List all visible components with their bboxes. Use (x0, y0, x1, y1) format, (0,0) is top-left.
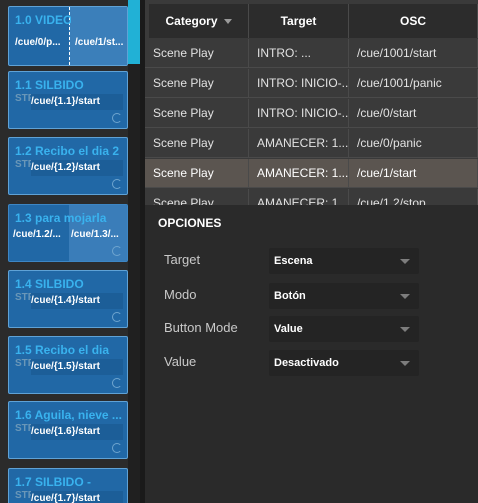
osc-table: Category Target OSC Scene Play INTRO: ..… (145, 0, 478, 205)
cue-title: 1.1 SILBIDO (15, 78, 84, 92)
cue-osc-path: /cue/{1.5}/start (31, 359, 123, 375)
modo-select-value: Botón (274, 290, 306, 302)
table-row[interactable]: Scene Play INTRO: ... /cue/1001/start (145, 39, 478, 68)
column-header-target[interactable]: Target (249, 4, 349, 38)
cell-osc: /cue/1001/panic (349, 69, 478, 98)
sync-icon (112, 443, 122, 453)
sync-icon (112, 179, 122, 189)
cell-osc: /cue/1/start (349, 159, 478, 188)
cue-osc-path: /cue/{1.7}/start (31, 491, 123, 503)
sync-icon (112, 246, 122, 256)
table-row[interactable]: Scene Play INTRO: INICIO-... /cue/1001/p… (145, 69, 478, 98)
cue-title: 1.0 VIDEO (15, 13, 71, 27)
cue-title: 1.5 Recibo el dia (15, 343, 110, 357)
value-label: Value (164, 354, 197, 369)
column-header-category[interactable]: Category (149, 4, 249, 38)
chevron-down-icon (400, 294, 410, 299)
cue-card[interactable]: 1.4 SILBIDO STP /cue/{1.4}/start (8, 270, 128, 328)
value-select[interactable]: Desactivado (269, 350, 419, 376)
cue-title: 1.6 Aguila, nieve ... (15, 408, 122, 422)
cue-title: 1.4 SILBIDO (15, 277, 84, 291)
cell-category: Scene Play (145, 39, 249, 68)
table-row-selected[interactable]: Scene Play AMANECER: 1.... /cue/1/start (145, 159, 478, 188)
table-row[interactable]: Scene Play INTRO: INICIO-... /cue/0/star… (145, 99, 478, 128)
column-header-label: OSC (399, 14, 426, 28)
button-mode-select-value: Value (274, 323, 303, 335)
options-title: OPCIONES (158, 216, 222, 230)
button-mode-label: Button Mode (164, 320, 238, 335)
column-header-osc[interactable]: OSC (349, 4, 478, 38)
cell-target: AMANECER: 1.... (249, 159, 349, 188)
cue-osc-path: /cue/1/st... (75, 37, 124, 48)
cue-list: 1.0 VIDEO /cue/0/p... /cue/1/st... 1.1 S… (0, 0, 140, 503)
target-select-value: Escena (274, 255, 313, 267)
column-header-label: Category (165, 14, 218, 28)
options-panel: OPCIONES Target Escena Modo Botón Button… (145, 205, 478, 503)
cell-target: AMANECER: 1.... (249, 129, 349, 158)
modo-select[interactable]: Botón (269, 283, 419, 309)
target-select[interactable]: Escena (269, 248, 419, 274)
cue-card[interactable]: 1.0 VIDEO /cue/0/p... /cue/1/st... (8, 6, 128, 66)
chevron-down-icon (400, 361, 410, 366)
value-select-value: Desactivado (274, 357, 339, 369)
target-label: Target (164, 252, 201, 267)
cue-card[interactable]: 1.1 SILBIDO STP /cue/{1.1}/start (8, 71, 128, 129)
cell-category: Scene Play (145, 189, 249, 205)
cue-osc-path: /cue/1.3/... (71, 229, 119, 240)
cue-card[interactable]: 1.6 Aguila, nieve ... STP /cue/{1.6}/sta… (8, 401, 128, 459)
cue-card[interactable]: 1.7 SILBIDO - STP /cue/{1.7}/start (8, 468, 128, 503)
cell-osc: /cue/1.2/stop (349, 189, 478, 205)
cue-osc-path: /cue/0/p... (15, 37, 61, 48)
sync-icon (112, 113, 122, 123)
cell-category: Scene Play (145, 99, 249, 128)
cue-title: 1.7 SILBIDO - (15, 475, 92, 489)
cue-osc-path: /cue/{1.1}/start (31, 94, 123, 110)
chevron-down-icon (400, 259, 410, 264)
cue-column-gutter (128, 0, 140, 503)
cell-target: INTRO: INICIO-... (249, 69, 349, 98)
chevron-down-icon (400, 327, 410, 332)
cell-category: Scene Play (145, 159, 249, 188)
cell-category: Scene Play (145, 129, 249, 158)
cell-osc: /cue/0/start (349, 99, 478, 128)
button-mode-select[interactable]: Value (269, 316, 419, 342)
cell-osc: /cue/1001/start (349, 39, 478, 68)
table-row[interactable]: Scene Play AMANECER: 1.... /cue/1.2/stop (145, 189, 478, 205)
cell-target: AMANECER: 1.... (249, 189, 349, 205)
cell-category: Scene Play (145, 69, 249, 98)
cue-title: 1.3 para mojarla (15, 211, 107, 225)
cell-osc: /cue/0/panic (349, 129, 478, 158)
cell-target: INTRO: INICIO-... (249, 99, 349, 128)
cue-osc-path: /cue/{1.4}/start (31, 293, 123, 309)
cue-osc-path: /cue/{1.2}/start (31, 160, 123, 176)
cell-target: INTRO: ... (249, 39, 349, 68)
cue-title: 1.2 Recibo el dia 2 (15, 144, 120, 158)
cue-card[interactable]: 1.5 Recibo el dia STP /cue/{1.5}/start (8, 336, 128, 394)
sort-down-icon[interactable] (223, 19, 232, 25)
cue-osc-path: /cue/1.2/... (13, 229, 61, 240)
column-header-label: Target (280, 14, 317, 28)
cue-card[interactable]: 1.2 Recibo el dia 2 STP /cue/{1.2}/start (8, 137, 128, 195)
modo-label: Modo (164, 287, 197, 302)
cue-osc-path: /cue/{1.6}/start (31, 424, 123, 440)
sync-icon (112, 312, 122, 322)
cue-card[interactable]: 1.3 para mojarla /cue/1.2/... /cue/1.3/.… (8, 204, 128, 262)
table-row[interactable]: Scene Play AMANECER: 1.... /cue/0/panic (145, 129, 478, 158)
sync-icon (112, 378, 122, 388)
